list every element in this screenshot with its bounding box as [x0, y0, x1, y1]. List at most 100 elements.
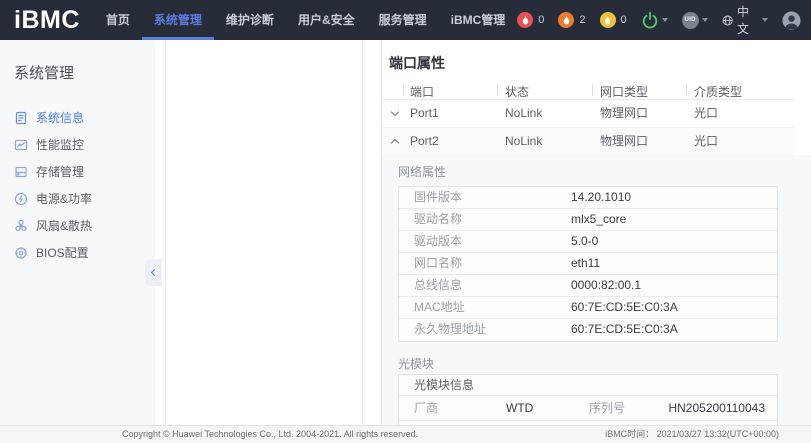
- port-row-port2[interactable]: Port2 NoLink 物理网口 光口: [381, 128, 795, 155]
- fan-icon: [14, 219, 28, 233]
- power-control-dropdown[interactable]: [641, 11, 668, 29]
- net-type-cell: 物理网口: [600, 100, 648, 127]
- column-header-status: 状态: [505, 83, 529, 100]
- sidebar-title: 系统管理: [14, 62, 74, 83]
- status-cell: NoLink: [505, 100, 542, 127]
- document-icon: [14, 111, 28, 125]
- nav-item-home[interactable]: 首页: [94, 0, 142, 40]
- row-label: 网口名称: [414, 253, 462, 274]
- table-row: 网口名称 eth11: [399, 253, 777, 275]
- row-value: eth11: [571, 253, 600, 274]
- sidebar: 系统管理 系统信息 性能监控 存储管理: [0, 40, 155, 425]
- serial-label: 序列号: [589, 396, 625, 420]
- row-label: 固件版本: [414, 187, 462, 208]
- nav-item-maintenance-diagnostics[interactable]: 维护诊断: [214, 0, 286, 40]
- panel-divider: [165, 40, 166, 425]
- ibmc-time: iBMC时间： 2021/03/27 13:32(UTC+00:00): [605, 426, 779, 443]
- optical-module-title: 光模块: [398, 355, 434, 372]
- network-properties-table: 固件版本 14.20.1010 驱动名称 mlx5_core 驱动版本 5.0-…: [398, 186, 778, 342]
- net-type-cell: 物理网口: [600, 128, 648, 155]
- storage-icon: [14, 165, 28, 179]
- sidebar-item-label: 存储管理: [36, 163, 84, 180]
- sidebar-item-storage-management[interactable]: 存储管理: [0, 158, 155, 185]
- language-selector[interactable]: 中文: [722, 3, 768, 37]
- port-row-port1[interactable]: Port1 NoLink 物理网口 光口: [381, 100, 795, 127]
- table-row: 永久物理地址 60:7E:CD:5E:C0:3A: [399, 319, 777, 341]
- media-type-cell: 光口: [694, 128, 718, 155]
- port-table-header: 端口 状态 网口类型 介质类型: [381, 83, 795, 99]
- port2-detail-panel: 网络属性 固件版本 14.20.1010 驱动名称 mlx5_core 驱动版本…: [382, 155, 811, 425]
- power-icon: [14, 192, 28, 206]
- row-value: 60:7E:CD:5E:C0:3A: [571, 297, 678, 318]
- sidebar-item-fan-cooling[interactable]: 风扇&散热: [0, 212, 155, 239]
- serial-value: HN205200110043: [668, 396, 765, 420]
- chevron-down-icon: [762, 18, 768, 22]
- column-divider: [686, 84, 687, 96]
- sidebar-item-label: BIOS配置: [36, 244, 89, 261]
- chevron-down-icon: [662, 18, 668, 22]
- column-divider: [497, 84, 498, 96]
- top-navigation-bar: iBMC 首页 系统管理 维护诊断 用户&安全 服务管理 iBMC管理 0 2: [0, 0, 811, 40]
- collapse-icon[interactable]: [391, 139, 399, 147]
- sidebar-item-label: 系统信息: [36, 109, 84, 126]
- table-row: MAC地址 60:7E:CD:5E:C0:3A: [399, 297, 777, 319]
- row-value: 0000:82:00.1: [571, 275, 641, 296]
- port-cell: Port2: [410, 128, 439, 155]
- topbar-status-cluster: 0 2 0 UID: [517, 3, 811, 37]
- gear-icon: [14, 246, 28, 260]
- critical-alarm-count: 0: [538, 14, 544, 26]
- column-header-port: 端口: [410, 83, 434, 100]
- user-menu[interactable]: [782, 11, 801, 30]
- sidebar-item-system-info[interactable]: 系统信息: [0, 104, 155, 131]
- nav-item-system-management[interactable]: 系统管理: [142, 0, 214, 40]
- chart-icon: [14, 138, 28, 152]
- column-divider: [403, 84, 404, 96]
- minor-alarm-indicator[interactable]: 0: [600, 12, 627, 28]
- language-label: 中文: [737, 3, 755, 37]
- critical-alarm-flame-icon: [517, 12, 533, 28]
- nav-item-service-management[interactable]: 服务管理: [367, 0, 439, 40]
- sidebar-item-label: 风扇&散热: [36, 217, 92, 234]
- row-label: 驱动名称: [414, 209, 462, 230]
- major-alarm-count: 2: [579, 14, 585, 26]
- table-row: 驱动版本 5.0-0: [399, 231, 777, 253]
- row-label: 总线信息: [414, 275, 462, 296]
- major-alarm-indicator[interactable]: 2: [558, 12, 585, 28]
- minor-alarm-count: 0: [621, 14, 627, 26]
- sidebar-item-power-wattage[interactable]: 电源&功率: [0, 185, 155, 212]
- sidebar-collapse-button[interactable]: [145, 259, 162, 286]
- vendor-value: WTD: [506, 396, 533, 420]
- row-label: 永久物理地址: [414, 319, 486, 340]
- nav-item-user-security[interactable]: 用户&安全: [286, 0, 367, 40]
- sidebar-item-bios-config[interactable]: BIOS配置: [0, 239, 155, 266]
- major-alarm-flame-icon: [558, 12, 574, 28]
- media-type-cell: 光口: [694, 100, 718, 127]
- vendor-label: 厂商: [414, 396, 438, 420]
- table-row: 固件版本 14.20.1010: [399, 187, 777, 209]
- copyright-text: Copyright © Huawei Technologies Co., Ltd…: [122, 426, 418, 443]
- minor-alarm-flame-icon: [600, 12, 616, 28]
- column-header-media-type: 介质类型: [694, 83, 742, 100]
- sidebar-menu: 系统信息 性能监控 存储管理 电源&功率: [0, 104, 155, 266]
- row-value: 60:7E:CD:5E:C0:3A: [571, 319, 678, 340]
- uid-icon: UID: [682, 12, 699, 29]
- nav-item-ibmc-management[interactable]: iBMC管理: [439, 0, 518, 40]
- sidebar-item-label: 性能监控: [36, 136, 84, 153]
- row-value: mlx5_core: [571, 209, 626, 230]
- critical-alarm-indicator[interactable]: 0: [517, 12, 544, 28]
- sidebar-item-label: 电源&功率: [36, 190, 92, 207]
- chevron-left-icon: [151, 269, 158, 276]
- power-icon: [641, 11, 659, 29]
- page-title: 端口属性: [389, 53, 445, 73]
- globe-icon: [722, 13, 733, 28]
- expand-icon[interactable]: [391, 108, 399, 116]
- chevron-down-icon: [702, 18, 708, 22]
- avatar-icon: [782, 11, 801, 30]
- main-nav: 首页 系统管理 维护诊断 用户&安全 服务管理 iBMC管理: [94, 0, 517, 40]
- uid-indicator-dropdown[interactable]: UID: [682, 12, 708, 29]
- sidebar-item-performance-monitoring[interactable]: 性能监控: [0, 131, 155, 158]
- main-panel-left-border: [381, 40, 382, 425]
- status-cell: NoLink: [505, 128, 542, 155]
- row-label: 驱动版本: [414, 231, 462, 252]
- row-value: 14.20.1010: [571, 187, 631, 208]
